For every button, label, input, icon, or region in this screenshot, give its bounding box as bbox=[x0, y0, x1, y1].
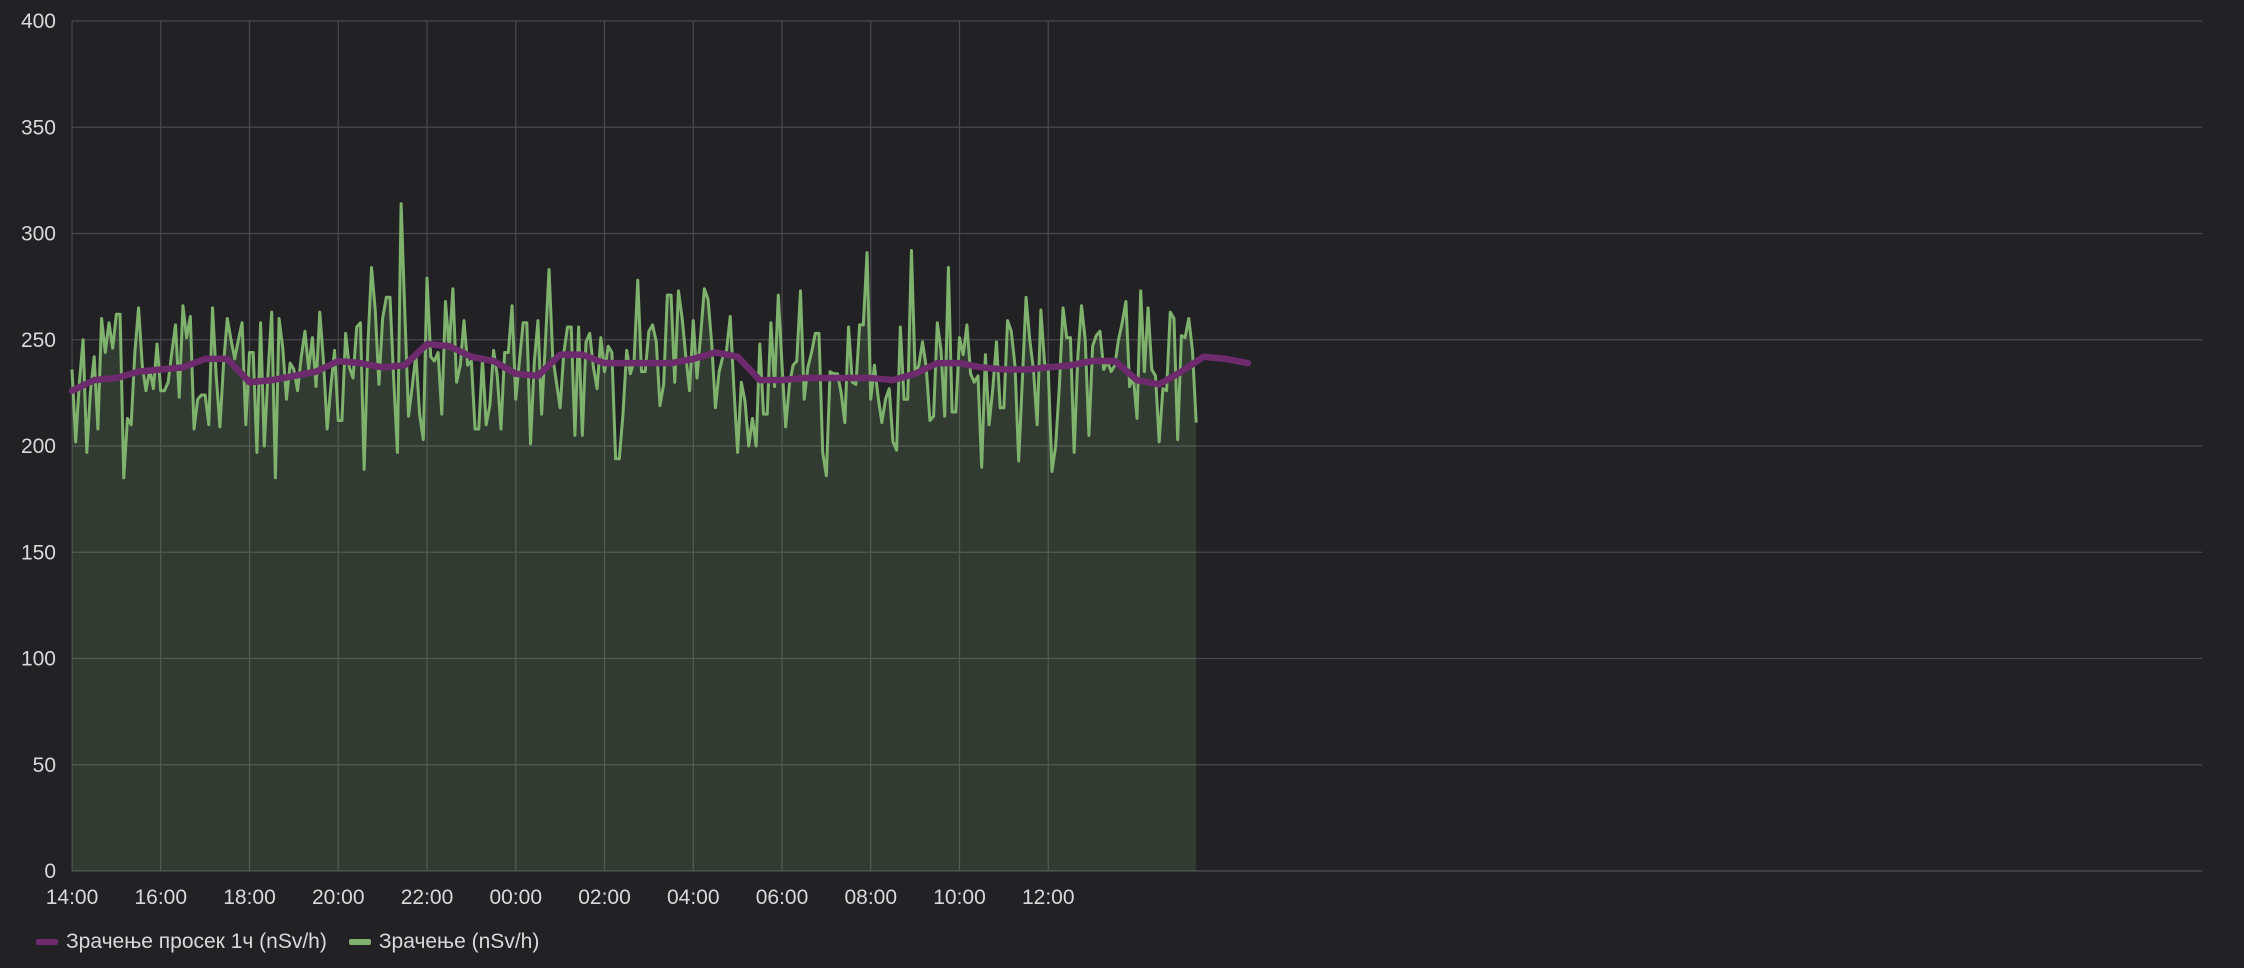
x-tick-label: 04:00 bbox=[667, 886, 720, 909]
y-axis-labels: 0 50 100 150 200 250 300 350 400 bbox=[21, 10, 56, 883]
x-tick-label: 14:00 bbox=[46, 886, 99, 909]
legend: Зрачење просек 1ч (nSv/h) Зрачење (nSv/h… bbox=[36, 930, 539, 954]
y-tick-label: 350 bbox=[21, 116, 56, 139]
x-tick-label: 16:00 bbox=[134, 886, 187, 909]
x-tick-label: 20:00 bbox=[312, 886, 365, 909]
x-tick-label: 06:00 bbox=[756, 886, 809, 909]
x-tick-label: 18:00 bbox=[223, 886, 276, 909]
legend-label-average: Зрачење просек 1ч (nSv/h) bbox=[66, 930, 327, 953]
x-tick-label: 22:00 bbox=[401, 886, 454, 909]
x-tick-label: 10:00 bbox=[933, 886, 986, 909]
y-tick-label: 200 bbox=[21, 435, 56, 458]
y-tick-label: 150 bbox=[21, 541, 56, 564]
x-tick-label: 00:00 bbox=[489, 886, 542, 909]
y-tick-label: 400 bbox=[21, 10, 56, 33]
y-tick-label: 50 bbox=[33, 754, 56, 777]
radiation-chart: 0 50 100 150 200 250 300 350 400 14:00 16:00 18:00… bbox=[21, 10, 2202, 909]
x-tick-label: 02:00 bbox=[578, 886, 631, 909]
y-tick-label: 100 bbox=[21, 648, 56, 671]
legend-item-radiation[interactable]: Зрачење (nSv/h) bbox=[348, 930, 540, 954]
legend-swatch-average bbox=[36, 939, 58, 945]
y-tick-label: 0 bbox=[44, 860, 56, 883]
x-tick-label: 08:00 bbox=[844, 886, 897, 909]
legend-swatch-radiation bbox=[348, 939, 371, 945]
x-tick-label: 12:00 bbox=[1022, 886, 1075, 909]
legend-item-average[interactable]: Зрачење просек 1ч (nSv/h) bbox=[36, 930, 327, 954]
x-axis-labels: 14:00 16:00 18:00 20:00 22:00 00:00 02:00 04:00… bbox=[46, 886, 1075, 909]
legend-label-radiation: Зрачење (nSv/h) bbox=[378, 930, 540, 953]
y-tick-label: 300 bbox=[21, 223, 56, 246]
y-tick-label: 250 bbox=[21, 329, 56, 352]
